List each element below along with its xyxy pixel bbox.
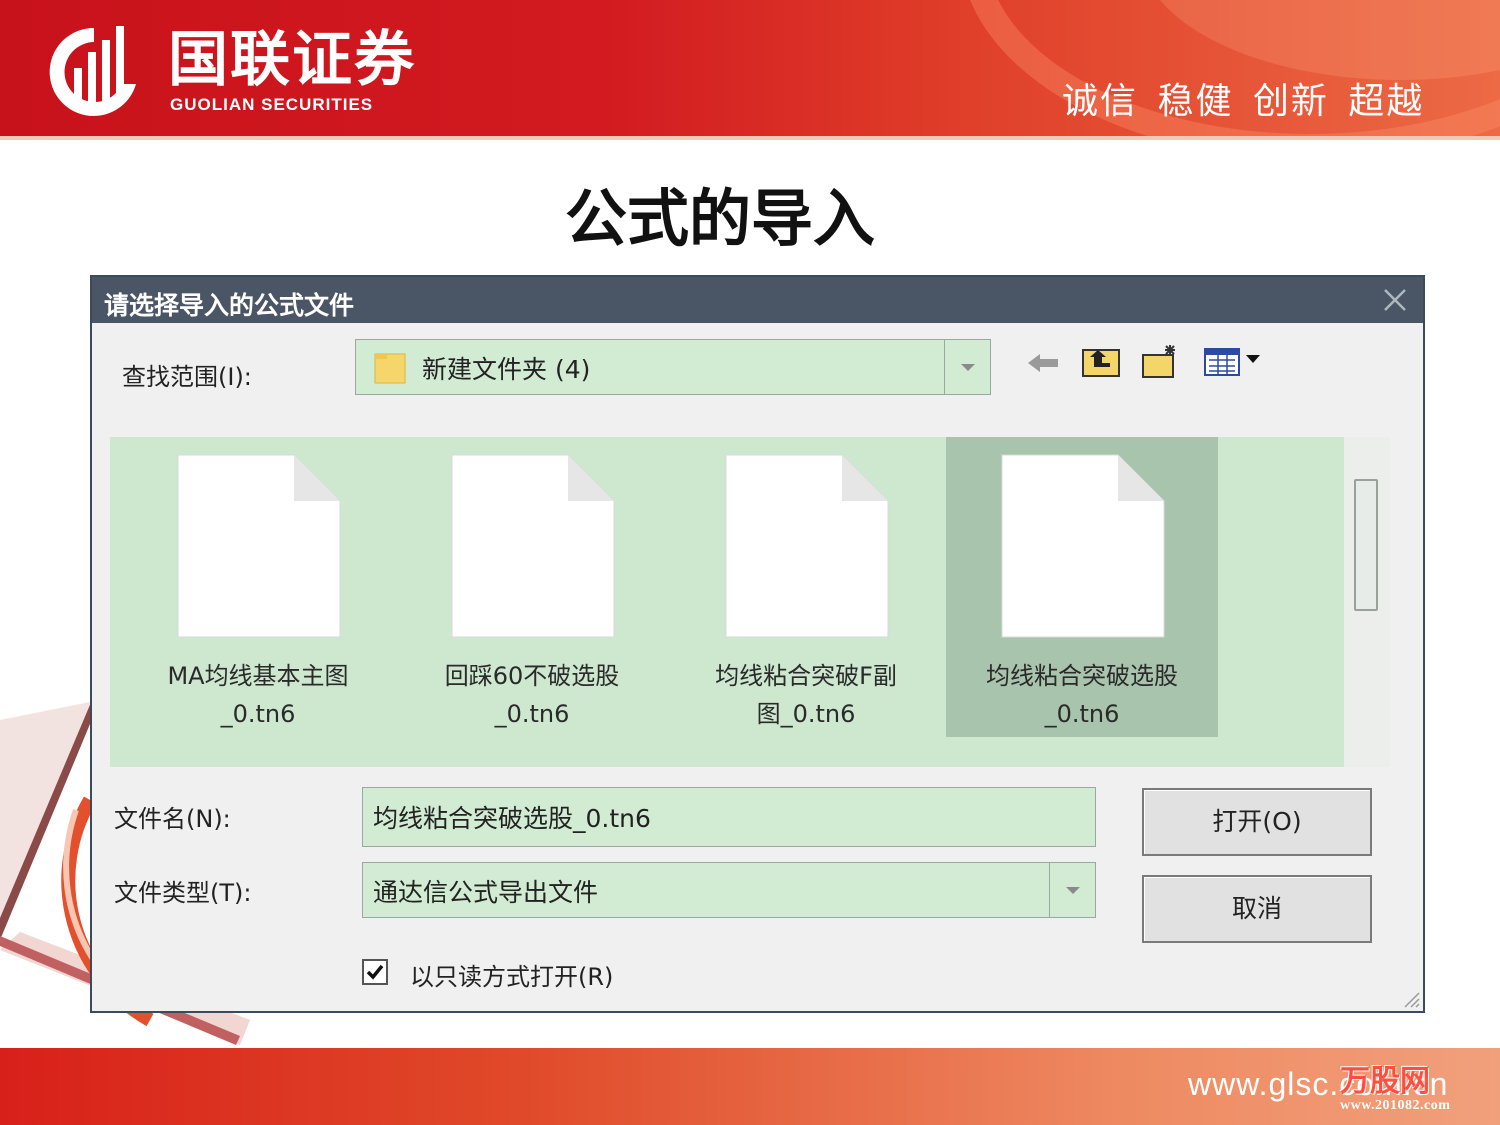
cancel-button[interactable]: 取消 — [1142, 875, 1372, 943]
file-list[interactable]: MA均线基本主图 _0.tn6 回踩60不破选股 _0.tn6 均线粘合突破F副… — [110, 437, 1344, 767]
slide-title: 公式的导入 — [564, 182, 875, 255]
readonly-label: 以只读方式打开(R) — [410, 963, 614, 991]
watermark-url: www.201082.com — [1340, 1098, 1451, 1113]
lookin-value: 新建文件夹 (4) — [422, 355, 591, 384]
back-button[interactable] — [1022, 343, 1064, 383]
back-arrow-icon — [1028, 354, 1058, 372]
lookin-combo[interactable]: 新建文件夹 (4) — [355, 339, 991, 395]
close-button[interactable] — [1375, 281, 1415, 319]
filename-label: 文件名(N): — [114, 805, 231, 833]
file-item-label: MA均线基本主图 _0.tn6 — [167, 662, 349, 728]
resize-grip-icon[interactable] — [1399, 987, 1421, 1009]
up-folder-icon — [1082, 349, 1120, 377]
dialog-title: 请选择导入的公式文件 — [104, 291, 355, 320]
new-folder-icon — [1142, 345, 1175, 378]
new-folder-button[interactable] — [1140, 341, 1182, 381]
close-icon — [1384, 289, 1406, 311]
open-button[interactable]: 打开(O) — [1142, 788, 1372, 856]
file-item[interactable]: 均线粘合突破F副 图_0.tn6 — [670, 437, 942, 737]
view-menu-button[interactable] — [1202, 341, 1266, 381]
file-item-label: 均线粘合突破选股 _0.tn6 — [986, 662, 1178, 728]
filetype-combo[interactable]: 通达信公式导出文件 — [362, 862, 1096, 918]
lookin-dropdown-button[interactable] — [944, 340, 990, 394]
lookin-label: 查找范围(I): — [122, 363, 252, 391]
folder-icon — [374, 353, 406, 384]
brand-name-cn: 国联证券 — [168, 25, 416, 95]
brand-slogan: 诚信 稳健 创新 超越 — [1062, 81, 1425, 122]
view-menu-icon — [1204, 348, 1260, 376]
vertical-scrollbar[interactable] — [1354, 479, 1378, 611]
filetype-dropdown-button[interactable] — [1049, 863, 1095, 917]
brand-name-en: GUOLIAN SECURITIES — [170, 95, 374, 114]
file-item-label: 均线粘合突破F副 图_0.tn6 — [715, 662, 897, 728]
document-icon — [1001, 454, 1165, 638]
file-item-label: 回踩60不破选股 _0.tn6 — [444, 662, 620, 728]
filename-field[interactable] — [362, 787, 1096, 847]
up-folder-button[interactable] — [1080, 341, 1122, 381]
file-item-selected[interactable]: 均线粘合突破选股 _0.tn6 — [946, 437, 1218, 737]
file-item[interactable]: 回踩60不破选股 _0.tn6 — [396, 437, 668, 737]
document-icon — [451, 454, 615, 638]
file-item[interactable]: MA均线基本主图 _0.tn6 — [122, 437, 394, 737]
filetype-value: 通达信公式导出文件 — [373, 878, 599, 907]
document-icon — [725, 454, 889, 638]
document-icon — [177, 454, 341, 638]
import-formula-dialog: 请选择导入的公式文件 查找范围(I): 新建文件夹 (4) MA均线基本主图 _… — [90, 275, 1425, 1013]
top-banner: 国联证券 GUOLIAN SECURITIES 诚信 稳健 创新 超越 — [0, 0, 1500, 136]
guolian-logo-icon — [49, 26, 136, 116]
watermark-brand: 万股网 — [1340, 1064, 1430, 1099]
filetype-label: 文件类型(T): — [114, 879, 252, 907]
banner-divider — [0, 136, 1500, 140]
checkmark-icon — [366, 964, 384, 980]
readonly-checkbox[interactable] — [362, 959, 388, 985]
filename-input[interactable] — [363, 788, 1095, 846]
dialog-titlebar[interactable]: 请选择导入的公式文件 — [92, 277, 1423, 323]
file-list-area: MA均线基本主图 _0.tn6 回踩60不破选股 _0.tn6 均线粘合突破F副… — [110, 437, 1390, 767]
